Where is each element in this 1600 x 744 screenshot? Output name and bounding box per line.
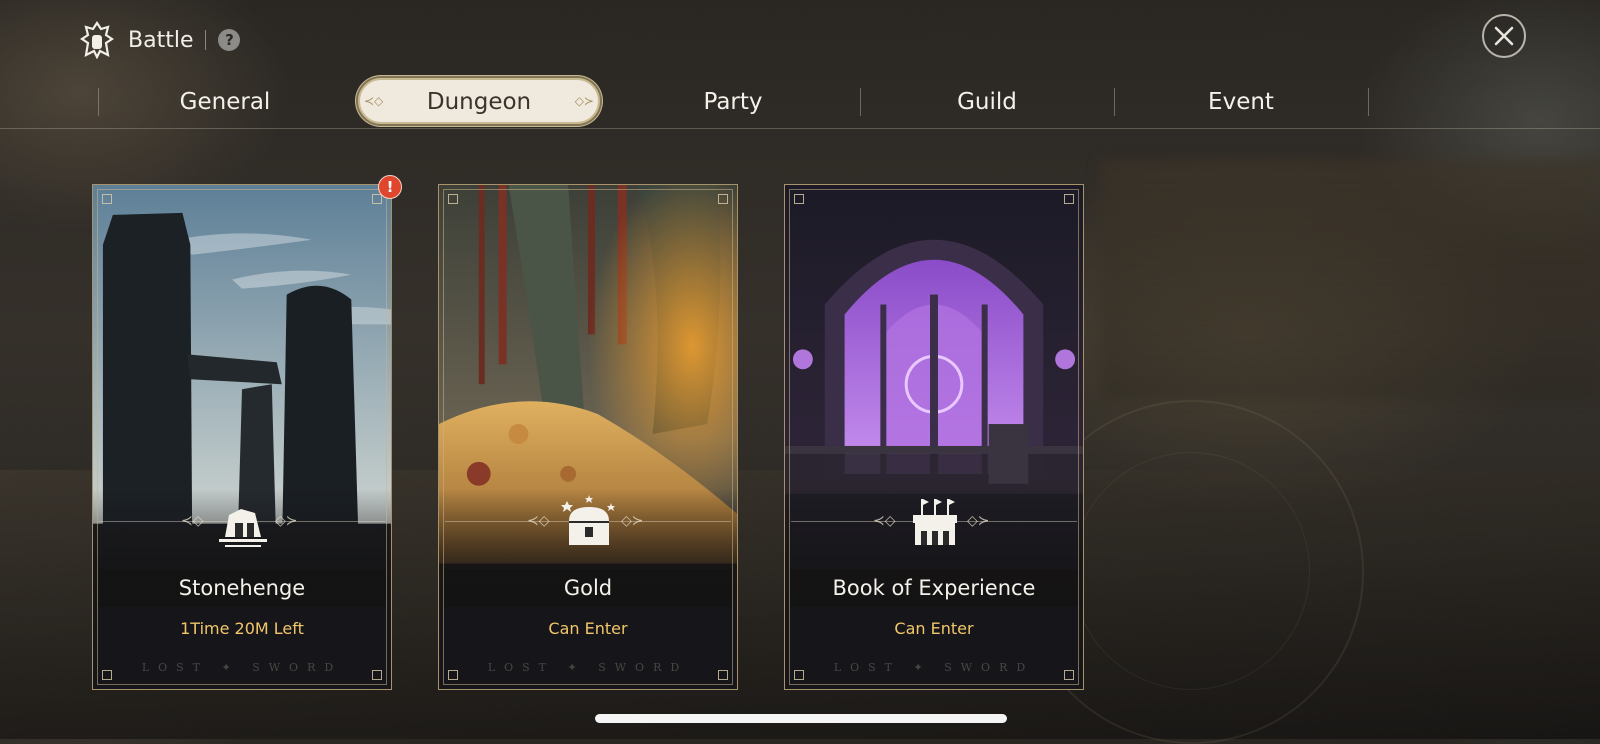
tab-general[interactable]: General — [98, 78, 352, 126]
tab-underline — [0, 128, 1600, 129]
tab-dungeon[interactable]: ≺◇ ◇≻ Dungeon — [352, 78, 606, 126]
corner-ornament — [448, 670, 458, 680]
ornament-left: ≺◇ — [181, 513, 204, 529]
corner-ornament — [448, 194, 458, 204]
corner-ornament — [794, 194, 804, 204]
corner-ornament — [102, 670, 112, 680]
tab-label: Dungeon — [426, 89, 532, 115]
card-title: Stonehenge — [178, 576, 306, 600]
corner-ornament — [1064, 670, 1074, 680]
corner-ornament — [372, 194, 382, 204]
card-status: 1Time 20M Left — [180, 619, 304, 638]
card-title: Gold — [563, 576, 613, 600]
header-divider — [205, 30, 207, 50]
background-shelf — [1100, 160, 1600, 400]
corner-ornament — [718, 194, 728, 204]
page-title: Battle — [128, 27, 194, 53]
ornament-left: ≺◇ — [527, 513, 550, 529]
stonehenge-icon — [219, 509, 267, 547]
dungeon-card-stonehenge[interactable]: ≺◇ ◇≻ Stonehenge 1Time 20M Left LOST ✦ S… — [92, 184, 392, 690]
corner-ornament — [794, 670, 804, 680]
help-icon[interactable]: ? — [218, 29, 241, 51]
brand-watermark: LOST ✦ SWORD — [141, 661, 343, 674]
ornament-right: ◇≻ — [275, 513, 298, 529]
tab-party[interactable]: Party — [606, 78, 860, 126]
corner-ornament — [718, 670, 728, 680]
header: Battle ? — [78, 18, 241, 62]
pill-ornament-right: ◇≻ — [574, 94, 594, 108]
tab-label: General — [179, 89, 271, 115]
tab-event[interactable]: Event — [1114, 78, 1368, 126]
brand-watermark: LOST ✦ SWORD — [833, 661, 1035, 674]
tab-label: Event — [1208, 89, 1274, 115]
tab-guild[interactable]: Guild — [860, 78, 1114, 126]
tab-bar: General ≺◇ ◇≻ Dungeon Party Guild Event — [98, 78, 1369, 126]
card-status: Can Enter — [894, 619, 974, 638]
card-status: Can Enter — [548, 619, 628, 638]
ornament-right: ◇≻ — [967, 513, 990, 529]
ornament-left: ≺◇ — [873, 513, 896, 529]
tab-label: Party — [703, 89, 763, 115]
tab-label: Guild — [957, 89, 1017, 115]
close-icon — [1494, 26, 1514, 46]
battle-emblem-icon — [80, 21, 114, 59]
ornament-right: ◇≻ — [621, 513, 644, 529]
corner-ornament — [102, 194, 112, 204]
tab-divider — [1368, 88, 1369, 116]
corner-ornament — [372, 670, 382, 680]
treasure-chest-icon — [561, 495, 615, 545]
dungeon-card-book-of-experience[interactable]: ≺◇ ◇≻ Book of Experience Can Enter LOST … — [784, 184, 1084, 690]
card-title: Book of Experience — [832, 576, 1036, 600]
fortress-icon — [913, 499, 957, 545]
close-button[interactable] — [1482, 14, 1526, 58]
corner-ornament — [1064, 194, 1074, 204]
home-indicator[interactable] — [595, 714, 1007, 723]
pill-ornament-left: ≺◇ — [364, 94, 384, 108]
alert-badge: ! — [378, 175, 402, 199]
dungeon-card-gold[interactable]: ≺◇ ◇≻ Gold Can Enter LOST ✦ SWORD — [438, 184, 738, 690]
brand-watermark: LOST ✦ SWORD — [487, 661, 689, 674]
